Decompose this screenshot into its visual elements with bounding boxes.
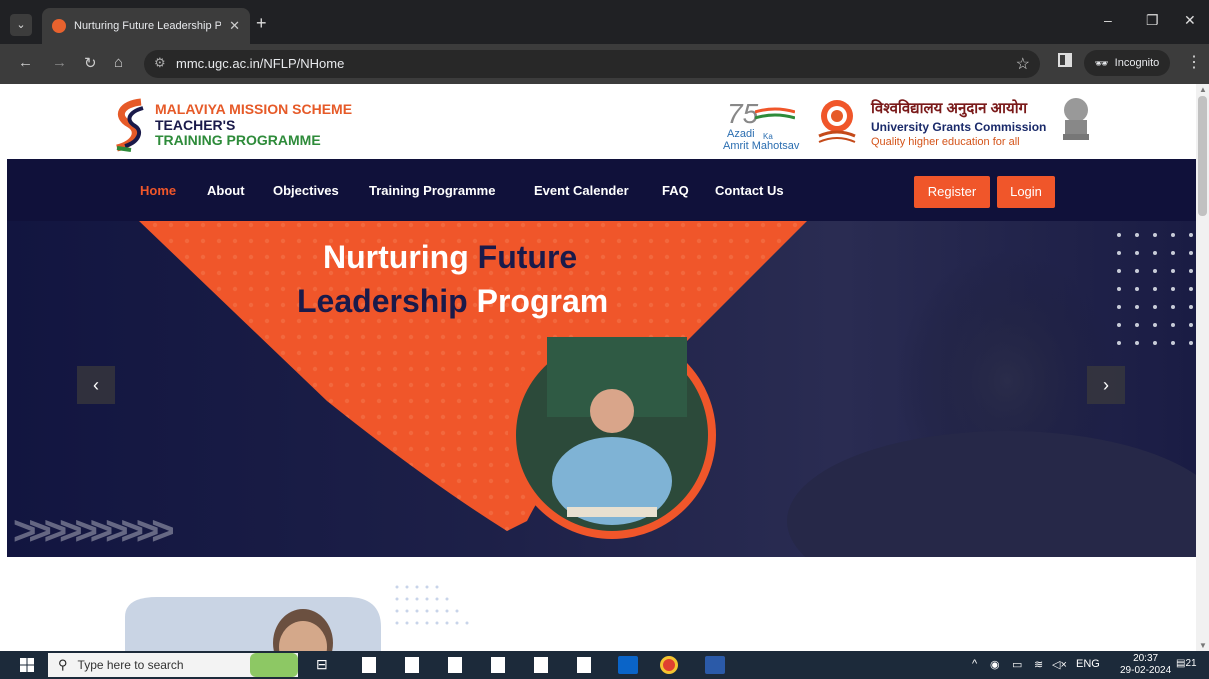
tab-title: Nurturing Future Leadership Pr bbox=[74, 20, 222, 32]
windows-start-icon[interactable] bbox=[20, 658, 34, 672]
close-window-icon[interactable]: ✕ bbox=[1184, 12, 1196, 29]
nav-event-calender[interactable]: Event Calender bbox=[534, 183, 629, 198]
url-text: mmc.ugc.ac.in/NFLP/NHome bbox=[176, 56, 345, 71]
main-nav: Home About Objectives Training Programme… bbox=[7, 159, 1196, 221]
nav-training-programme[interactable]: Training Programme bbox=[369, 183, 495, 198]
logo-text-line3: TRAINING PROGRAMME bbox=[155, 132, 321, 148]
forward-icon[interactable]: → bbox=[52, 54, 67, 71]
browser-tab-strip: ⌄ Nurturing Future Leadership Pr ✕ + – ❐… bbox=[0, 0, 1209, 44]
hero-title-line2: Leadership Program bbox=[297, 283, 608, 320]
search-placeholder: Type here to search bbox=[77, 658, 184, 672]
webpage: MALAVIYA MISSION SCHEME TEACHER'S TRAINI… bbox=[7, 84, 1196, 651]
bookmark-star-icon[interactable]: ☆ bbox=[1016, 54, 1030, 74]
logo-text-line2: TEACHER'S bbox=[155, 117, 236, 133]
site-header: MALAVIYA MISSION SCHEME TEACHER'S TRAINI… bbox=[7, 84, 1196, 159]
battery-icon[interactable]: ▭ bbox=[1012, 658, 1022, 671]
notification-icon[interactable]: ▤21 bbox=[1176, 658, 1197, 669]
incognito-badge[interactable]: 🕶 Incognito bbox=[1084, 50, 1170, 76]
language-indicator[interactable]: ENG bbox=[1076, 658, 1100, 670]
word-icon[interactable] bbox=[705, 656, 725, 674]
amrit-mahotsav-text: Amrit Mahotsav bbox=[723, 140, 800, 152]
favicon-icon bbox=[52, 19, 66, 33]
mms-logo-icon[interactable] bbox=[111, 98, 147, 152]
file-icon[interactable] bbox=[577, 657, 591, 673]
nav-home[interactable]: Home bbox=[140, 183, 176, 198]
taskbar-clock[interactable]: 20:37 29-02-2024 bbox=[1120, 653, 1171, 677]
close-tab-icon[interactable]: ✕ bbox=[229, 18, 240, 34]
nav-contact-us[interactable]: Contact Us bbox=[715, 183, 784, 198]
clock-time: 20:37 bbox=[1133, 653, 1159, 664]
hero-background bbox=[139, 221, 1196, 557]
volume-icon[interactable]: ◁× bbox=[1052, 658, 1067, 671]
hero-title-word3: Leadership bbox=[297, 283, 468, 319]
carousel-prev-button[interactable]: ‹ bbox=[77, 366, 115, 404]
browser-toolbar: ← → ↻ ⌂ ⚙ mmc.ugc.ac.in/NFLP/NHome ☆ bbox=[0, 44, 1209, 84]
browser-tab[interactable]: Nurturing Future Leadership Pr ✕ bbox=[42, 8, 250, 44]
tab-search-icon[interactable]: ⌄ bbox=[10, 14, 32, 36]
ugc-tagline: Quality higher education for all bbox=[871, 136, 1020, 148]
azadi-ka-amrit-mahotsav-logo: 75 Azadi Ka Amrit Mahotsav bbox=[721, 98, 811, 152]
ugc-english-name: University Grants Commission bbox=[871, 120, 1047, 134]
meet-icon[interactable]: ◉ bbox=[990, 658, 1000, 671]
outlook-icon[interactable] bbox=[618, 656, 638, 674]
incognito-label: Incognito bbox=[1114, 57, 1160, 69]
wifi-icon[interactable]: ≋ bbox=[1034, 658, 1043, 671]
carousel-next-button[interactable]: › bbox=[1087, 366, 1125, 404]
nav-about[interactable]: About bbox=[207, 183, 245, 198]
chevron-pattern-icon: >>>>>>>>>> bbox=[13, 509, 175, 553]
register-button[interactable]: Register bbox=[914, 176, 990, 208]
file-icon[interactable] bbox=[448, 657, 462, 673]
hero-title-word1: Nurturing bbox=[323, 239, 469, 275]
browser-menu-icon[interactable]: ⋮ bbox=[1186, 52, 1202, 72]
page-scrollbar[interactable]: ▲ ▼ bbox=[1196, 84, 1209, 651]
new-tab-button[interactable]: + bbox=[256, 14, 267, 32]
azadi-number: 75 bbox=[727, 98, 759, 129]
scroll-thumb[interactable] bbox=[1198, 96, 1207, 216]
hero-title-word4: Program bbox=[476, 283, 609, 319]
hero-carousel: Nurturing Future Leadership Program >>>>… bbox=[7, 221, 1196, 557]
nav-objectives[interactable]: Objectives bbox=[273, 183, 339, 198]
scroll-up-icon[interactable]: ▲ bbox=[1199, 85, 1207, 94]
restore-icon[interactable]: ❐ bbox=[1146, 12, 1159, 29]
clock-date: 29-02-2024 bbox=[1120, 665, 1172, 676]
address-bar[interactable]: ⚙ mmc.ugc.ac.in/NFLP/NHome ☆ bbox=[144, 50, 1040, 78]
incognito-icon: 🕶 bbox=[1094, 57, 1109, 70]
file-icon[interactable] bbox=[362, 657, 376, 673]
search-icon: ⚲ bbox=[58, 657, 68, 672]
login-button[interactable]: Login bbox=[997, 176, 1055, 208]
back-icon[interactable]: ← bbox=[18, 54, 33, 71]
chrome-icon[interactable] bbox=[660, 656, 678, 674]
site-settings-icon[interactable]: ⚙ bbox=[154, 55, 166, 71]
frog-widget-icon[interactable] bbox=[250, 653, 298, 677]
reload-icon[interactable]: ↻ bbox=[84, 54, 97, 72]
file-icon[interactable] bbox=[405, 657, 419, 673]
task-view-icon[interactable]: ⊟ bbox=[316, 656, 328, 673]
national-emblem-icon bbox=[1063, 98, 1089, 140]
side-panel-icon[interactable] bbox=[1058, 53, 1072, 67]
file-icon[interactable] bbox=[534, 657, 548, 673]
hero-title-line1: Nurturing Future bbox=[323, 239, 577, 276]
scroll-down-icon[interactable]: ▼ bbox=[1199, 641, 1207, 650]
flag-swoosh-icon bbox=[755, 107, 795, 120]
tray-chevron-icon[interactable]: ^ bbox=[972, 658, 977, 670]
home-icon[interactable]: ⌂ bbox=[114, 54, 123, 71]
ugc-hindi-name: विश्वविद्यालय अनुदान आयोग bbox=[871, 100, 1028, 117]
windows-taskbar: ⚲ Type here to search ⊟ ^ ◉ ▭ ≋ ◁× ENG 2… bbox=[0, 651, 1209, 679]
hero-title-word2: Future bbox=[477, 239, 578, 275]
content-section bbox=[7, 557, 1196, 651]
ugc-seal-icon bbox=[818, 100, 856, 143]
azadi-text: Azadi bbox=[727, 128, 755, 140]
content-preview-image bbox=[125, 585, 469, 651]
logo-text-line1: MALAVIYA MISSION SCHEME bbox=[155, 101, 353, 117]
nav-faq[interactable]: FAQ bbox=[662, 183, 689, 198]
minimize-icon[interactable]: – bbox=[1104, 12, 1112, 28]
file-icon[interactable] bbox=[491, 657, 505, 673]
notification-count: 21 bbox=[1185, 658, 1197, 669]
